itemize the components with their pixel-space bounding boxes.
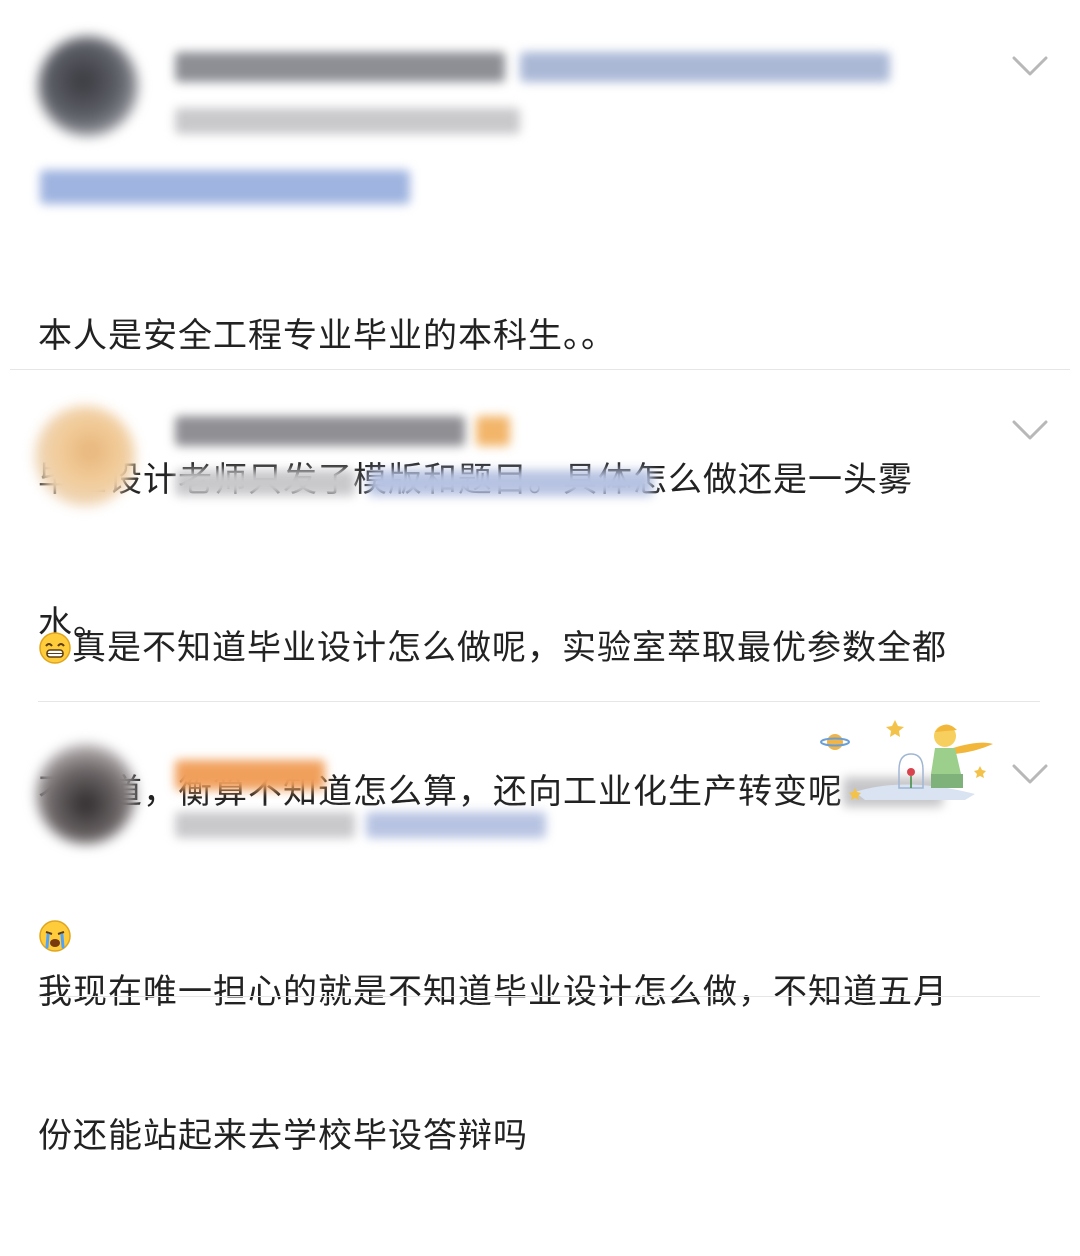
chevron-down-icon[interactable] bbox=[1010, 52, 1050, 80]
comment-line: 份还能站起来去学校毕设答辩吗 bbox=[38, 1116, 528, 1156]
post-meta-redacted bbox=[175, 470, 355, 496]
user-avatar[interactable] bbox=[38, 36, 138, 136]
comment-line: 我现在唯一担心的就是不知道毕业设计怎么做，不知道五月 bbox=[38, 972, 948, 1012]
post-source-redacted[interactable] bbox=[366, 812, 546, 838]
username-redacted[interactable] bbox=[175, 416, 465, 446]
chevron-down-icon[interactable] bbox=[1010, 416, 1050, 444]
comment-text: 我现在唯一担心的就是不知道毕业设计怎么做，不知道五月 份还能站起来去学校毕设答辩… bbox=[38, 872, 1040, 1256]
username-redacted[interactable] bbox=[175, 760, 325, 790]
comment-line: 本人是安全工程专业毕业的本科生。。 bbox=[38, 316, 616, 356]
comment-2: 真是不知道毕业设计怎么做呢，实验室萃取最优参数全都 不知道，衡算不知道怎么算，还… bbox=[0, 370, 1080, 952]
comment-line: 真是不知道毕业设计怎么做呢，实验室萃取最优参数全都 bbox=[38, 624, 1040, 672]
comment-1: 本人是安全工程专业毕业的本科生。。 毕业设计老师只发了模版和题目。具体怎么做还是… bbox=[0, 0, 1080, 644]
chevron-down-icon[interactable] bbox=[1010, 760, 1050, 788]
post-meta-redacted bbox=[175, 108, 520, 134]
user-badge-redacted bbox=[520, 52, 890, 82]
user-avatar[interactable] bbox=[36, 744, 136, 844]
post-meta-redacted bbox=[175, 812, 355, 838]
little-prince-decoration-icon bbox=[820, 720, 993, 800]
divider bbox=[38, 996, 1040, 997]
comment-3: 我现在唯一担心的就是不知道毕业设计怎么做，不知道五月 份还能站起来去学校毕设答辩… bbox=[0, 702, 1080, 1156]
user-badge-redacted bbox=[476, 416, 510, 446]
topic-link-redacted[interactable] bbox=[40, 170, 410, 204]
post-source-redacted[interactable] bbox=[368, 470, 653, 496]
comment-line-text: 真是不知道毕业设计怎么做呢，实验室萃取最优参数全都 bbox=[72, 628, 947, 668]
user-avatar[interactable] bbox=[35, 406, 135, 506]
username-redacted[interactable] bbox=[175, 52, 505, 82]
grinning-face-icon bbox=[39, 632, 71, 664]
